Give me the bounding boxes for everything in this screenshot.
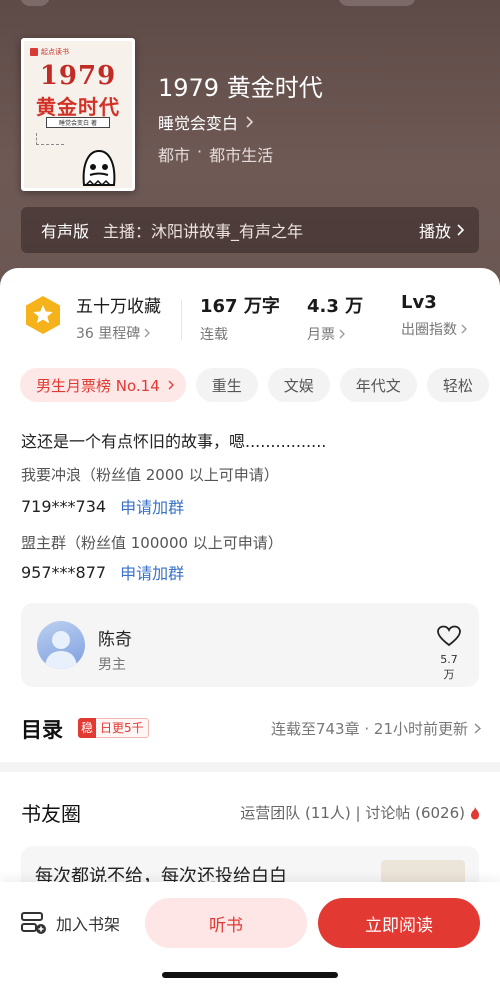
circle-meta-text: 运营团队 (11人) | 讨论帖 (6026): [240, 804, 465, 822]
circle-title: 书友圈: [21, 802, 81, 826]
stats-divider: [181, 300, 182, 340]
fire-icon: [471, 806, 479, 819]
book-author[interactable]: 睡觉会变白: [158, 110, 254, 134]
author-name: 睡觉会变白: [158, 114, 239, 133]
group-number-row: 957***877 申请加群: [21, 560, 184, 584]
character-like-button[interactable]: 5.7万: [435, 625, 463, 682]
group-number: 957***877: [21, 562, 107, 582]
words-label: 连载: [200, 327, 228, 343]
bookshelf-add-icon: [21, 912, 46, 934]
section-separator: [0, 762, 500, 772]
group-number-row: 719***734 申请加群: [21, 494, 184, 518]
like-count: 5.7万: [440, 653, 458, 681]
book-header: 起点读书 1979 黄金时代 睡觉会变白 著 1979 黄金时代 睡觉会变白 都…: [0, 0, 500, 300]
toc-status: 连载至743章 · 21小时前更新: [271, 718, 481, 739]
daily-update-badge: 稳 日更5千: [78, 718, 149, 738]
tickets-label: 月票: [307, 327, 335, 343]
chevron-right-icon: [168, 380, 174, 390]
toc-title: 目录: [21, 718, 63, 742]
stats-row: 五十万收藏 36 里程碑 167 万字 连载 4.3 万 月票 Lv3 出圈指数: [0, 292, 500, 350]
chevron-right-icon: [457, 224, 465, 236]
tag-chip[interactable]: 重生: [195, 368, 258, 402]
audio-play-label: 播放: [418, 222, 451, 241]
add-to-shelf-label: 加入书架: [56, 915, 121, 934]
book-title: 1979 黄金时代: [158, 74, 323, 102]
book-description[interactable]: 这还是一个有点怀旧的故事，嗯................: [21, 428, 326, 452]
words-value: 167 万字: [200, 296, 280, 317]
favorites-value: 五十万收藏: [76, 297, 161, 317]
character-name: 陈奇: [98, 630, 132, 650]
rank-label: 男生月票榜 No.14: [36, 376, 160, 395]
tickets-value: 4.3 万: [307, 296, 364, 317]
top-action-pill[interactable]: [338, 0, 416, 6]
genre-separator: ·: [197, 142, 203, 161]
tag-chip[interactable]: 年代文: [339, 368, 417, 402]
cover-author-tag: 睡觉会变白 著: [46, 117, 110, 128]
genre-sub: 都市生活: [209, 146, 274, 165]
chevron-right-icon: [461, 324, 467, 334]
stable-badge-icon: 稳: [78, 718, 97, 738]
tag-chip[interactable]: 文娱: [267, 368, 330, 402]
bottom-action-bar: 加入书架 听书 立即阅读: [0, 882, 500, 988]
genre-main: 都市: [158, 146, 191, 165]
character-role: 男主: [98, 657, 126, 673]
join-group-link[interactable]: 申请加群: [120, 494, 184, 518]
audio-anchor: 主播：沐阳讲故事_有声之年: [103, 222, 304, 241]
chevron-right-icon: [339, 329, 345, 339]
tag-chip[interactable]: 轻松: [426, 368, 489, 402]
stat-favorites[interactable]: 五十万收藏 36 里程碑: [76, 292, 161, 343]
book-cover[interactable]: 起点读书 1979 黄金时代 睡觉会变白 著: [21, 38, 135, 191]
group-title: 我要冲浪（粉丝值 2000 以上可申请）: [21, 466, 279, 484]
stat-monthly-tickets[interactable]: 4.3 万 月票: [307, 292, 363, 344]
favorites-badge-icon: [26, 296, 60, 334]
cover-year: 1979: [39, 61, 117, 91]
level-label: 出圈指数: [401, 322, 457, 338]
listen-button[interactable]: 听书: [145, 898, 307, 948]
person-icon: [45, 631, 77, 669]
rank-chip[interactable]: 男生月票榜 No.14: [20, 368, 186, 402]
cover-publisher: 起点读书: [30, 47, 69, 57]
cover-dashed-arrow: [36, 133, 64, 145]
audio-play-button[interactable]: 播放: [419, 218, 465, 242]
daily-update-text: 日更5千: [96, 718, 149, 738]
top-back-pill[interactable]: [20, 0, 50, 6]
circle-meta: 运营团队 (11人) | 讨论帖 (6026): [240, 802, 481, 823]
book-detail-sheet: 五十万收藏 36 里程碑 167 万字 连载 4.3 万 月票 Lv3 出圈指数…: [0, 268, 500, 988]
add-to-shelf-button[interactable]: 加入书架: [20, 910, 120, 936]
toc-row[interactable]: 目录 稳 日更5千 连载至743章 · 21小时前更新: [21, 714, 481, 744]
heart-icon: [437, 625, 461, 647]
group-number: 719***734: [21, 496, 107, 516]
cover-title: 黄金时代: [36, 95, 120, 119]
chevron-right-icon: [144, 328, 151, 338]
audio-tag: 有声版: [41, 222, 90, 241]
audio-version-bar[interactable]: 有声版 主播：沐阳讲故事_有声之年 播放: [21, 207, 479, 253]
toc-status-text: 连载至743章 · 21小时前更新: [270, 720, 468, 738]
cover-face-illustration: [82, 149, 116, 187]
character-card[interactable]: 陈奇 男主 5.7万: [21, 603, 479, 687]
tag-row: 男生月票榜 No.14 重生 文娱 年代文 轻松: [20, 368, 489, 402]
home-indicator: [162, 972, 338, 978]
book-genre: 都市 · 都市生活: [158, 142, 273, 166]
character-avatar: [37, 621, 85, 669]
chevron-right-icon: [474, 723, 481, 734]
join-group-link[interactable]: 申请加群: [120, 560, 184, 584]
level-value: Lv3: [401, 292, 437, 313]
favorites-label: 36 里程碑: [76, 326, 141, 342]
read-now-button[interactable]: 立即阅读: [318, 898, 480, 948]
stat-level[interactable]: Lv3 出圈指数: [401, 292, 467, 339]
group-title: 盟主群（粉丝值 100000 以上可申请）: [21, 534, 283, 552]
chevron-right-icon: [246, 116, 254, 128]
stat-words: 167 万字 连载: [200, 292, 280, 344]
